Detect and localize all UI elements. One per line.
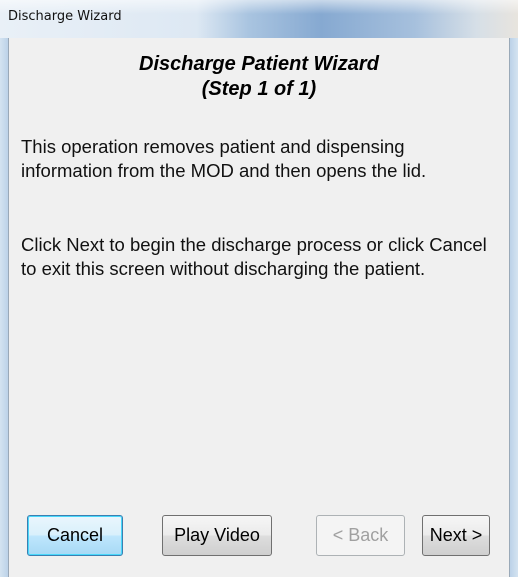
operation-description: This operation removes patient and dispe… (21, 136, 427, 181)
window-frame-right (510, 38, 518, 577)
instructions-text: Click Next to begin the discharge proces… (21, 234, 487, 279)
back-button[interactable]: < Back (316, 515, 405, 556)
wizard-content: Discharge Patient Wizard (Step 1 of 1) T… (8, 38, 510, 577)
wizard-step-indicator: (Step 1 of 1) (201, 78, 317, 100)
wizard-title: Discharge Patient Wizard (139, 53, 379, 75)
cancel-button[interactable]: Cancel (27, 515, 123, 556)
next-button[interactable]: Next > (422, 515, 490, 556)
wizard-heading: Discharge Patient Wizard (Step 1 of 1) (9, 52, 509, 102)
play-video-button[interactable]: Play Video (162, 515, 272, 556)
window-title: Discharge Wizard (8, 9, 122, 24)
discharge-wizard-window: Discharge Wizard Discharge Patient Wizar… (0, 0, 518, 577)
title-bar[interactable]: Discharge Wizard (0, 0, 518, 38)
window-frame-left (0, 38, 8, 577)
